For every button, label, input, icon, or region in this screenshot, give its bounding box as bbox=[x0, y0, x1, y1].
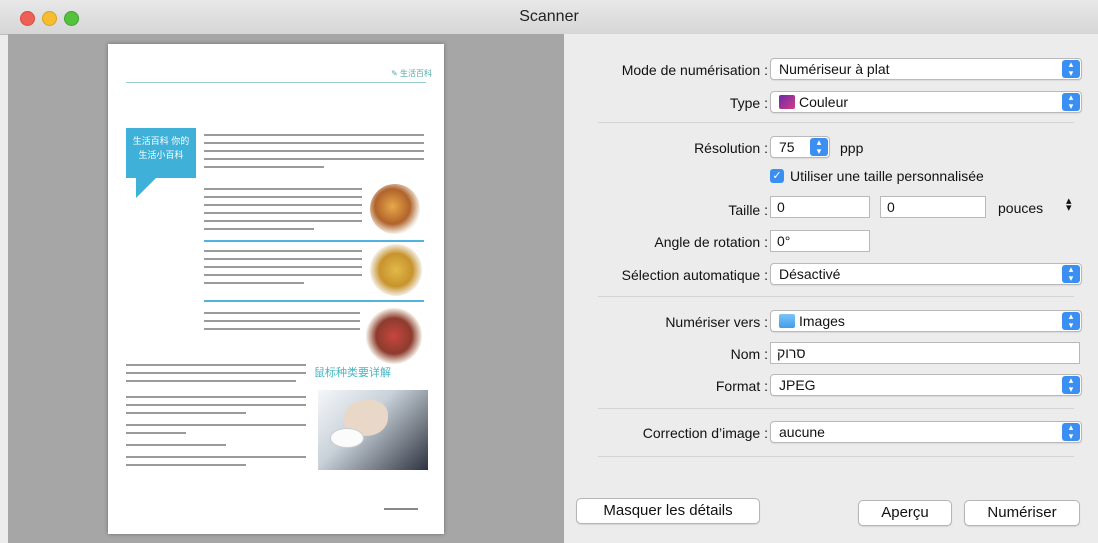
text-line bbox=[126, 412, 246, 414]
popup-arrows-icon: ▴ ▾ bbox=[1062, 265, 1080, 283]
rotation-label: Angle de rotation : bbox=[654, 234, 768, 250]
custom-size-label: Utiliser une taille personnalisée bbox=[790, 168, 984, 184]
scan-mode-popup[interactable]: Numériseur à plat ▴ ▾ bbox=[770, 58, 1082, 80]
text-line bbox=[204, 266, 362, 268]
section-separator bbox=[598, 296, 1074, 297]
type-popup[interactable]: Couleur ▴ ▾ bbox=[770, 91, 1082, 113]
text-line bbox=[204, 150, 424, 152]
auto-selection-label: Sélection automatique : bbox=[621, 267, 768, 283]
text-line bbox=[204, 134, 424, 136]
size-unit[interactable]: pouces bbox=[998, 200, 1043, 216]
folder-icon bbox=[779, 314, 795, 328]
auto-selection-value: Désactivé bbox=[779, 266, 841, 282]
text-line bbox=[126, 424, 306, 426]
format-popup[interactable]: JPEG ▴ ▾ bbox=[770, 374, 1082, 396]
resolution-label: Résolution : bbox=[694, 140, 768, 156]
scan-to-popup[interactable]: Images ▴ ▾ bbox=[770, 310, 1082, 332]
text-line bbox=[204, 328, 360, 330]
window-title: Scanner bbox=[519, 8, 579, 25]
type-label: Type : bbox=[729, 95, 768, 111]
page-title-box: 生活百科 你的生活小百科 bbox=[126, 128, 196, 178]
text-line bbox=[204, 188, 362, 190]
page-title-box-tail bbox=[136, 178, 176, 198]
type-value: Couleur bbox=[799, 94, 849, 110]
popup-arrows-icon: ▴ ▾ bbox=[810, 138, 828, 156]
image-correction-value: aucune bbox=[779, 424, 825, 440]
text-line bbox=[204, 212, 362, 214]
text-line bbox=[204, 282, 304, 284]
text-line bbox=[204, 196, 362, 198]
resolution-value: 75 bbox=[779, 139, 795, 155]
popup-arrows-icon: ▴ ▾ bbox=[1062, 60, 1080, 78]
text-line bbox=[126, 404, 306, 406]
text-line bbox=[126, 380, 296, 382]
scan-to-label: Numériser vers : bbox=[665, 314, 768, 330]
text-line bbox=[204, 228, 314, 230]
computer-mouse-shape bbox=[330, 428, 364, 448]
text-line bbox=[204, 142, 424, 144]
rotation-field[interactable]: 0° bbox=[770, 230, 870, 252]
text-line bbox=[126, 364, 306, 366]
name-label: Nom : bbox=[730, 346, 768, 362]
image-correction-popup[interactable]: aucune ▴ ▾ bbox=[770, 421, 1082, 443]
text-line bbox=[126, 444, 226, 446]
popup-arrows-icon: ▴ ▾ bbox=[1062, 93, 1080, 111]
text-line bbox=[204, 312, 360, 314]
section-divider bbox=[204, 300, 424, 302]
resolution-popup[interactable]: 75 ▴ ▾ bbox=[770, 136, 830, 158]
section-separator bbox=[598, 122, 1074, 123]
text-line bbox=[126, 396, 306, 398]
scanned-page-preview[interactable]: ✎ 生活百科 生活百科 你的生活小百科 鼠标种类要详解 bbox=[108, 44, 444, 534]
page-header-rule bbox=[126, 82, 426, 83]
scan-mode-label: Mode de numérisation : bbox=[621, 62, 768, 78]
popup-arrows-icon: ▴ ▾ bbox=[1062, 312, 1080, 330]
format-value: JPEG bbox=[779, 377, 816, 393]
text-line bbox=[204, 158, 424, 160]
scan-button[interactable]: Numériser bbox=[964, 500, 1080, 526]
size-width-field[interactable]: 0 bbox=[770, 196, 870, 218]
scanner-window: Scanner ✎ 生活百科 生活百科 你的生活小百科 鼠标种类要详解 Mode… bbox=[0, 0, 1098, 543]
food-photo bbox=[370, 184, 420, 234]
preview-button[interactable]: Aperçu bbox=[858, 500, 952, 526]
custom-size-checkbox[interactable]: ✓ bbox=[770, 169, 784, 183]
text-line bbox=[204, 250, 362, 252]
title-bar: Scanner bbox=[0, 0, 1098, 35]
size-height-field[interactable]: 0 bbox=[880, 196, 986, 218]
text-line bbox=[204, 166, 324, 168]
page-header-text: ✎ 生活百科 bbox=[391, 69, 432, 78]
text-line bbox=[204, 320, 360, 322]
scan-mode-value: Numériseur à plat bbox=[779, 61, 890, 77]
page-footer-rule bbox=[384, 508, 418, 510]
text-line bbox=[204, 220, 362, 222]
format-label: Format : bbox=[715, 378, 768, 394]
text-line bbox=[126, 464, 246, 466]
section-separator bbox=[598, 408, 1074, 409]
photo-heading-text: 鼠标种类要详解 bbox=[314, 367, 391, 379]
text-line bbox=[204, 204, 362, 206]
food-photo bbox=[366, 308, 422, 364]
text-line bbox=[126, 456, 306, 458]
text-line bbox=[204, 274, 362, 276]
size-label: Taille : bbox=[728, 202, 768, 218]
section-divider bbox=[204, 240, 424, 242]
image-correction-label: Correction d’image : bbox=[642, 425, 768, 441]
scan-preview-area[interactable]: ✎ 生活百科 生活百科 你的生活小百科 鼠标种类要详解 bbox=[8, 34, 564, 543]
popup-arrows-icon: ▴ ▾ bbox=[1062, 423, 1080, 441]
section-separator bbox=[598, 456, 1074, 457]
name-field[interactable]: סרוק bbox=[770, 342, 1080, 364]
text-line bbox=[126, 372, 306, 374]
auto-selection-popup[interactable]: Désactivé ▴ ▾ bbox=[770, 263, 1082, 285]
text-line bbox=[126, 432, 186, 434]
food-photo bbox=[370, 244, 422, 296]
scan-to-value: Images bbox=[799, 313, 845, 329]
resolution-unit: ppp bbox=[840, 140, 864, 156]
scan-settings-panel: Mode de numérisation : Numériseur à plat… bbox=[564, 34, 1098, 543]
hide-details-button[interactable]: Masquer les détails bbox=[576, 498, 760, 524]
popup-arrows-icon: ▴ ▾ bbox=[1062, 376, 1080, 394]
text-line bbox=[204, 258, 362, 260]
color-swatch-icon bbox=[779, 95, 795, 109]
unit-stepper-icon[interactable]: ▴ ▾ bbox=[1066, 196, 1072, 214]
